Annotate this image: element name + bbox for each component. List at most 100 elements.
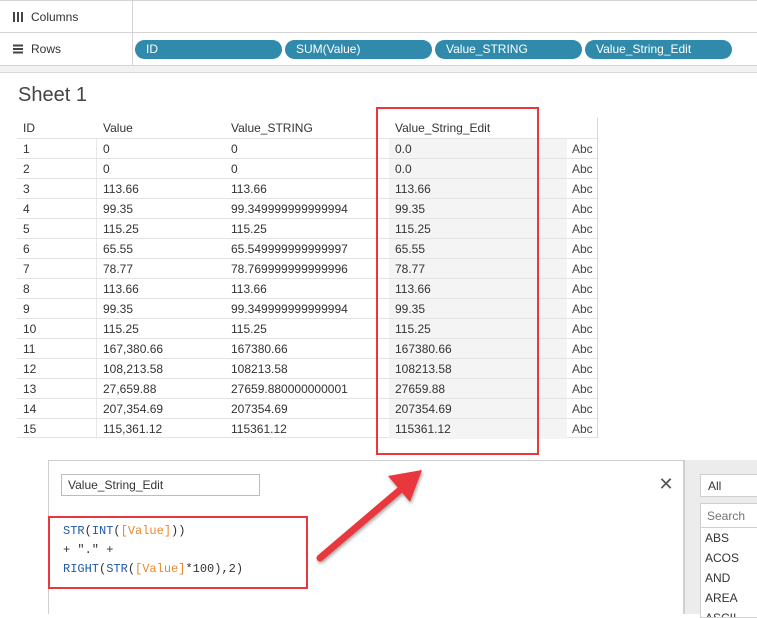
rows-label-text: Rows [31,42,62,56]
table-body: 1 0 0 0.0 Abc 2 0 0 0.0 Abc 3 113.66 113.66 113.66 Abc… [17,138,597,439]
data-table: ID Value Value_STRING Value_String_Edit … [17,118,598,439]
cell-abc-type: Abc [572,202,593,216]
cell-value-string: 115361.12 [231,422,287,436]
cell-value-string: 113.66 [231,182,267,196]
cell-value-string-edit: 113.66 [389,179,567,199]
cell-id: 6 [23,242,30,256]
column-divider [96,259,97,279]
table-row: 13 27,659.88 27659.880000000001 27659.88 Abc [17,378,597,399]
cell-abc-type: Abc [572,182,593,196]
table-row: 3 113.66 113.66 113.66 Abc [17,178,597,199]
cell-value-string-edit: 78.77 [389,259,567,279]
cell-id: 8 [23,282,30,296]
cell-value-string: 207354.69 [231,402,288,416]
rows-icon [12,43,24,55]
cell-value-string-edit: 115.25 [389,319,567,339]
table-row: 11 167,380.66 167380.66 167380.66 Abc [17,338,597,359]
cell-value-string-edit: 0.0 [389,159,567,179]
formula-fn-int: INT [91,524,114,538]
cell-value-string: 27659.880000000001 [231,382,348,396]
header-value[interactable]: Value [103,118,133,138]
close-icon[interactable]: ✕ [657,475,675,493]
column-divider [96,199,97,219]
function-item[interactable]: ASCII [701,608,757,617]
function-search-input[interactable] [700,503,757,528]
column-divider [96,379,97,399]
cell-value-string-edit: 99.35 [389,299,567,319]
table-row: 2 0 0 0.0 Abc [17,158,597,179]
header-id[interactable]: ID [23,118,35,138]
function-list: ABS ACOS AND AREA ASCII [700,528,757,618]
cell-value: 78.77 [103,262,134,276]
cell-value-string-edit: 207354.69 [389,399,567,419]
pill-value-string[interactable]: Value_STRING [435,40,582,59]
cell-value: 113.66 [103,282,139,296]
table-row: 5 115.25 115.25 115.25 Abc [17,218,597,239]
cell-id: 2 [23,162,30,176]
formula-paren: ( [113,524,121,538]
pill-sum-value[interactable]: SUM(Value) [285,40,432,59]
sheet-title: Sheet 1 [18,84,87,106]
function-item[interactable]: ACOS [701,548,757,568]
pill-id[interactable]: ID [135,40,282,59]
rows-shelf[interactable]: Rows ID SUM(Value) Value_STRING Value_St… [0,33,757,66]
table-row: 6 65.55 65.549999999999997 65.55 Abc [17,238,597,259]
formula-field-value: [Value] [135,562,186,576]
cell-value-string: 78.769999999999996 [231,262,348,276]
formula-fn-str: STR [106,562,128,576]
formula-paren: ( [127,562,136,576]
cell-value-string: 0 [231,162,238,176]
cell-abc-type: Abc [572,402,593,416]
cell-value: 108,213.58 [103,362,164,376]
cell-abc-type: Abc [572,342,593,356]
rows-shelf-label: Rows [0,33,133,65]
formula-paren: ( [84,524,92,538]
cell-id: 13 [23,382,37,396]
cell-value-string-edit: 0.0 [389,139,567,159]
cell-value: 207,354.69 [103,402,164,416]
cell-abc-type: Abc [572,302,593,316]
column-divider [96,299,97,319]
column-divider [96,419,97,439]
cell-id: 10 [23,322,37,336]
column-divider [96,219,97,239]
column-divider [96,319,97,339]
column-divider [96,139,97,159]
cell-abc-type: Abc [572,142,593,156]
formula-field-value: [Value] [120,524,172,538]
formula-line-1: STR(INT([Value])) [63,522,243,541]
cell-abc-type: Abc [572,422,593,436]
function-category-select[interactable]: All [700,474,757,497]
cell-value-string: 65.549999999999997 [231,242,348,256]
formula-line-2: + "." + [63,543,114,557]
table-row: 15 115,361.12 115361.12 115361.12 Abc [17,418,597,439]
calc-name-input[interactable] [61,474,260,496]
cell-id: 4 [23,202,30,216]
cell-id: 12 [23,362,37,376]
table-row: 12 108,213.58 108213.58 108213.58 Abc [17,358,597,379]
pill-value-string-edit[interactable]: Value_String_Edit [585,40,732,59]
cell-id: 5 [23,222,30,236]
column-divider [96,159,97,179]
cell-value: 115.25 [103,322,139,336]
function-item[interactable]: AREA [701,588,757,608]
cell-value-string: 99.349999999999994 [231,302,348,316]
cell-value-string-edit: 167380.66 [389,339,567,359]
table-header: ID Value Value_STRING Value_String_Edit [17,118,597,138]
cell-value: 0 [103,162,110,176]
function-item[interactable]: AND [701,568,757,588]
cell-value: 99.35 [103,202,134,216]
function-item[interactable]: ABS [701,528,757,548]
columns-shelf[interactable]: Columns [0,0,757,33]
cell-value-string: 167380.66 [231,342,288,356]
cell-abc-type: Abc [572,382,593,396]
cell-value-string: 99.349999999999994 [231,202,348,216]
shelf-divider [0,66,757,73]
table-row: 14 207,354.69 207354.69 207354.69 Abc [17,398,597,419]
formula-editor[interactable]: STR(INT([Value])) + "." + RIGHT(STR([Val… [63,522,243,579]
formula-paren: )) [171,524,186,538]
cell-abc-type: Abc [572,242,593,256]
header-value-string[interactable]: Value_STRING [231,118,313,138]
header-value-string-edit[interactable]: Value_String_Edit [389,118,567,138]
cell-value-string: 115.25 [231,322,267,336]
